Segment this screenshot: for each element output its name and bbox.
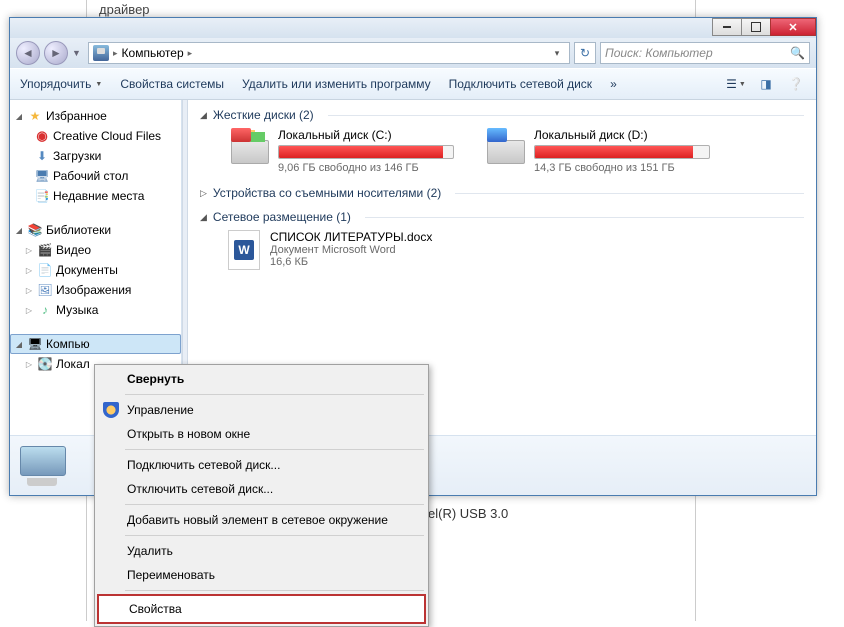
sidebar-item-documents[interactable]: 📄Документы [10,260,181,280]
drive-label: Локальный диск (C:) [278,128,454,142]
shield-icon [103,402,119,418]
sidebar-item-music[interactable]: ♪Музыка [10,300,181,320]
bg-usb-info: el(R) USB 3.0 [428,506,508,521]
uninstall-program-button[interactable]: Удалить или изменить программу [242,77,431,91]
nav-history-dropdown[interactable]: ▼ [72,48,84,58]
computer-icon: 🖥 [27,336,43,352]
desktop-icon: 🖥 [34,168,50,184]
address-field[interactable]: ▸ Компьютер ▸ ▾ [88,42,570,64]
sidebar-item-video[interactable]: 🎬Видео [10,240,181,260]
breadcrumb-sep-icon[interactable]: ▸ [188,48,193,59]
help-icon[interactable]: ❔ [786,74,806,94]
view-options-icon[interactable]: ☰▼ [726,74,746,94]
capacity-bar [534,145,710,159]
maximize-button[interactable] [741,18,771,36]
sidebar-item-computer[interactable]: 🖥Компью [10,334,181,354]
drive-icon [484,128,526,164]
file-size: 16,6 КБ [270,256,432,268]
file-name: СПИСОК ЛИТЕРАТУРЫ.docx [270,230,432,244]
map-network-drive-button[interactable]: Подключить сетевой диск [449,77,592,91]
minimize-button[interactable] [712,18,742,36]
sidebar-item-images[interactable]: 🖼Изображения [10,280,181,300]
breadcrumb-location[interactable]: Компьютер [122,46,184,60]
drive-free-space: 9,06 ГБ свободно из 146 ГБ [278,162,454,174]
organize-menu[interactable]: Упорядочить▼ [20,77,102,91]
titlebar[interactable] [10,18,816,38]
ctx-rename[interactable]: Переименовать [97,563,426,587]
ctx-delete[interactable]: Удалить [97,539,426,563]
word-document-icon [228,230,260,270]
ctx-properties[interactable]: Свойства [97,594,426,624]
group-network[interactable]: ◢ Сетевое размещение (1) [200,210,804,224]
drive-d[interactable]: Локальный диск (D:) 14,3 ГБ свободно из … [484,128,710,174]
background-text: драйвер [99,2,150,17]
ctx-map-drive[interactable]: Подключить сетевой диск... [97,453,426,477]
downloads-icon: ⬇ [34,148,50,164]
system-properties-button[interactable]: Свойства системы [120,77,224,91]
sidebar-item-downloads[interactable]: ⬇Загрузки [10,146,181,166]
computer-large-icon [20,446,68,486]
libraries-group[interactable]: 📚Библиотеки [10,220,181,240]
context-menu: Свернуть Управление Открыть в новом окне… [94,364,429,627]
drive-free-space: 14,3 ГБ свободно из 151 ГБ [534,162,710,174]
drive-icon [228,128,270,164]
address-bar: ◄ ► ▼ ▸ Компьютер ▸ ▾ ↻ Поиск: Компьютер… [10,38,816,68]
preview-pane-icon[interactable]: ◨ [756,74,776,94]
sidebar-item-recent[interactable]: 📑Недавние места [10,186,181,206]
drive-icon: 💽 [37,356,53,372]
ctx-disconnect-drive[interactable]: Отключить сетевой диск... [97,477,426,501]
sidebar-item-ccf[interactable]: ◉Creative Cloud Files [10,126,181,146]
documents-icon: 📄 [37,262,53,278]
search-placeholder: Поиск: Компьютер [605,46,713,60]
collapse-arrow-icon[interactable]: ◢ [200,212,207,223]
address-dropdown-icon[interactable]: ▾ [549,48,565,59]
breadcrumb-sep-icon: ▸ [113,48,118,59]
libraries-icon: 📚 [27,222,43,238]
collapse-arrow-icon[interactable]: ◢ [200,110,207,121]
ctx-open-new-window[interactable]: Открыть в новом окне [97,422,426,446]
group-removable[interactable]: ▷ Устройства со съемными носителями (2) [200,186,804,200]
close-button[interactable] [770,18,816,36]
nav-back-button[interactable]: ◄ [16,41,40,65]
drive-c[interactable]: Локальный диск (C:) 9,06 ГБ свободно из … [228,128,454,174]
search-input[interactable]: Поиск: Компьютер 🔍 [600,42,810,64]
capacity-bar [278,145,454,159]
video-icon: 🎬 [37,242,53,258]
favorites-group[interactable]: ★Избранное [10,106,181,126]
group-hard-disks[interactable]: ◢ Жесткие диски (2) [200,108,804,122]
star-icon: ★ [27,108,43,124]
toolbar: Упорядочить▼ Свойства системы Удалить ил… [10,68,816,100]
sidebar-item-desktop[interactable]: 🖥Рабочий стол [10,166,181,186]
drive-label: Локальный диск (D:) [534,128,710,142]
recent-icon: 📑 [34,188,50,204]
nav-forward-button[interactable]: ► [44,41,68,65]
ctx-add-network-location[interactable]: Добавить новый элемент в сетевое окружен… [97,508,426,532]
expand-arrow-icon[interactable]: ▷ [200,188,207,199]
network-file-item[interactable]: СПИСОК ЛИТЕРАТУРЫ.docx Документ Microsof… [228,230,804,270]
images-icon: 🖼 [37,282,53,298]
toolbar-overflow[interactable]: » [610,77,617,91]
search-icon[interactable]: 🔍 [790,46,805,60]
file-type: Документ Microsoft Word [270,244,432,256]
creative-cloud-icon: ◉ [34,128,50,144]
computer-icon [93,45,109,61]
refresh-button[interactable]: ↻ [574,42,596,64]
ctx-collapse[interactable]: Свернуть [97,367,426,391]
music-icon: ♪ [37,302,53,318]
ctx-manage[interactable]: Управление [97,398,426,422]
